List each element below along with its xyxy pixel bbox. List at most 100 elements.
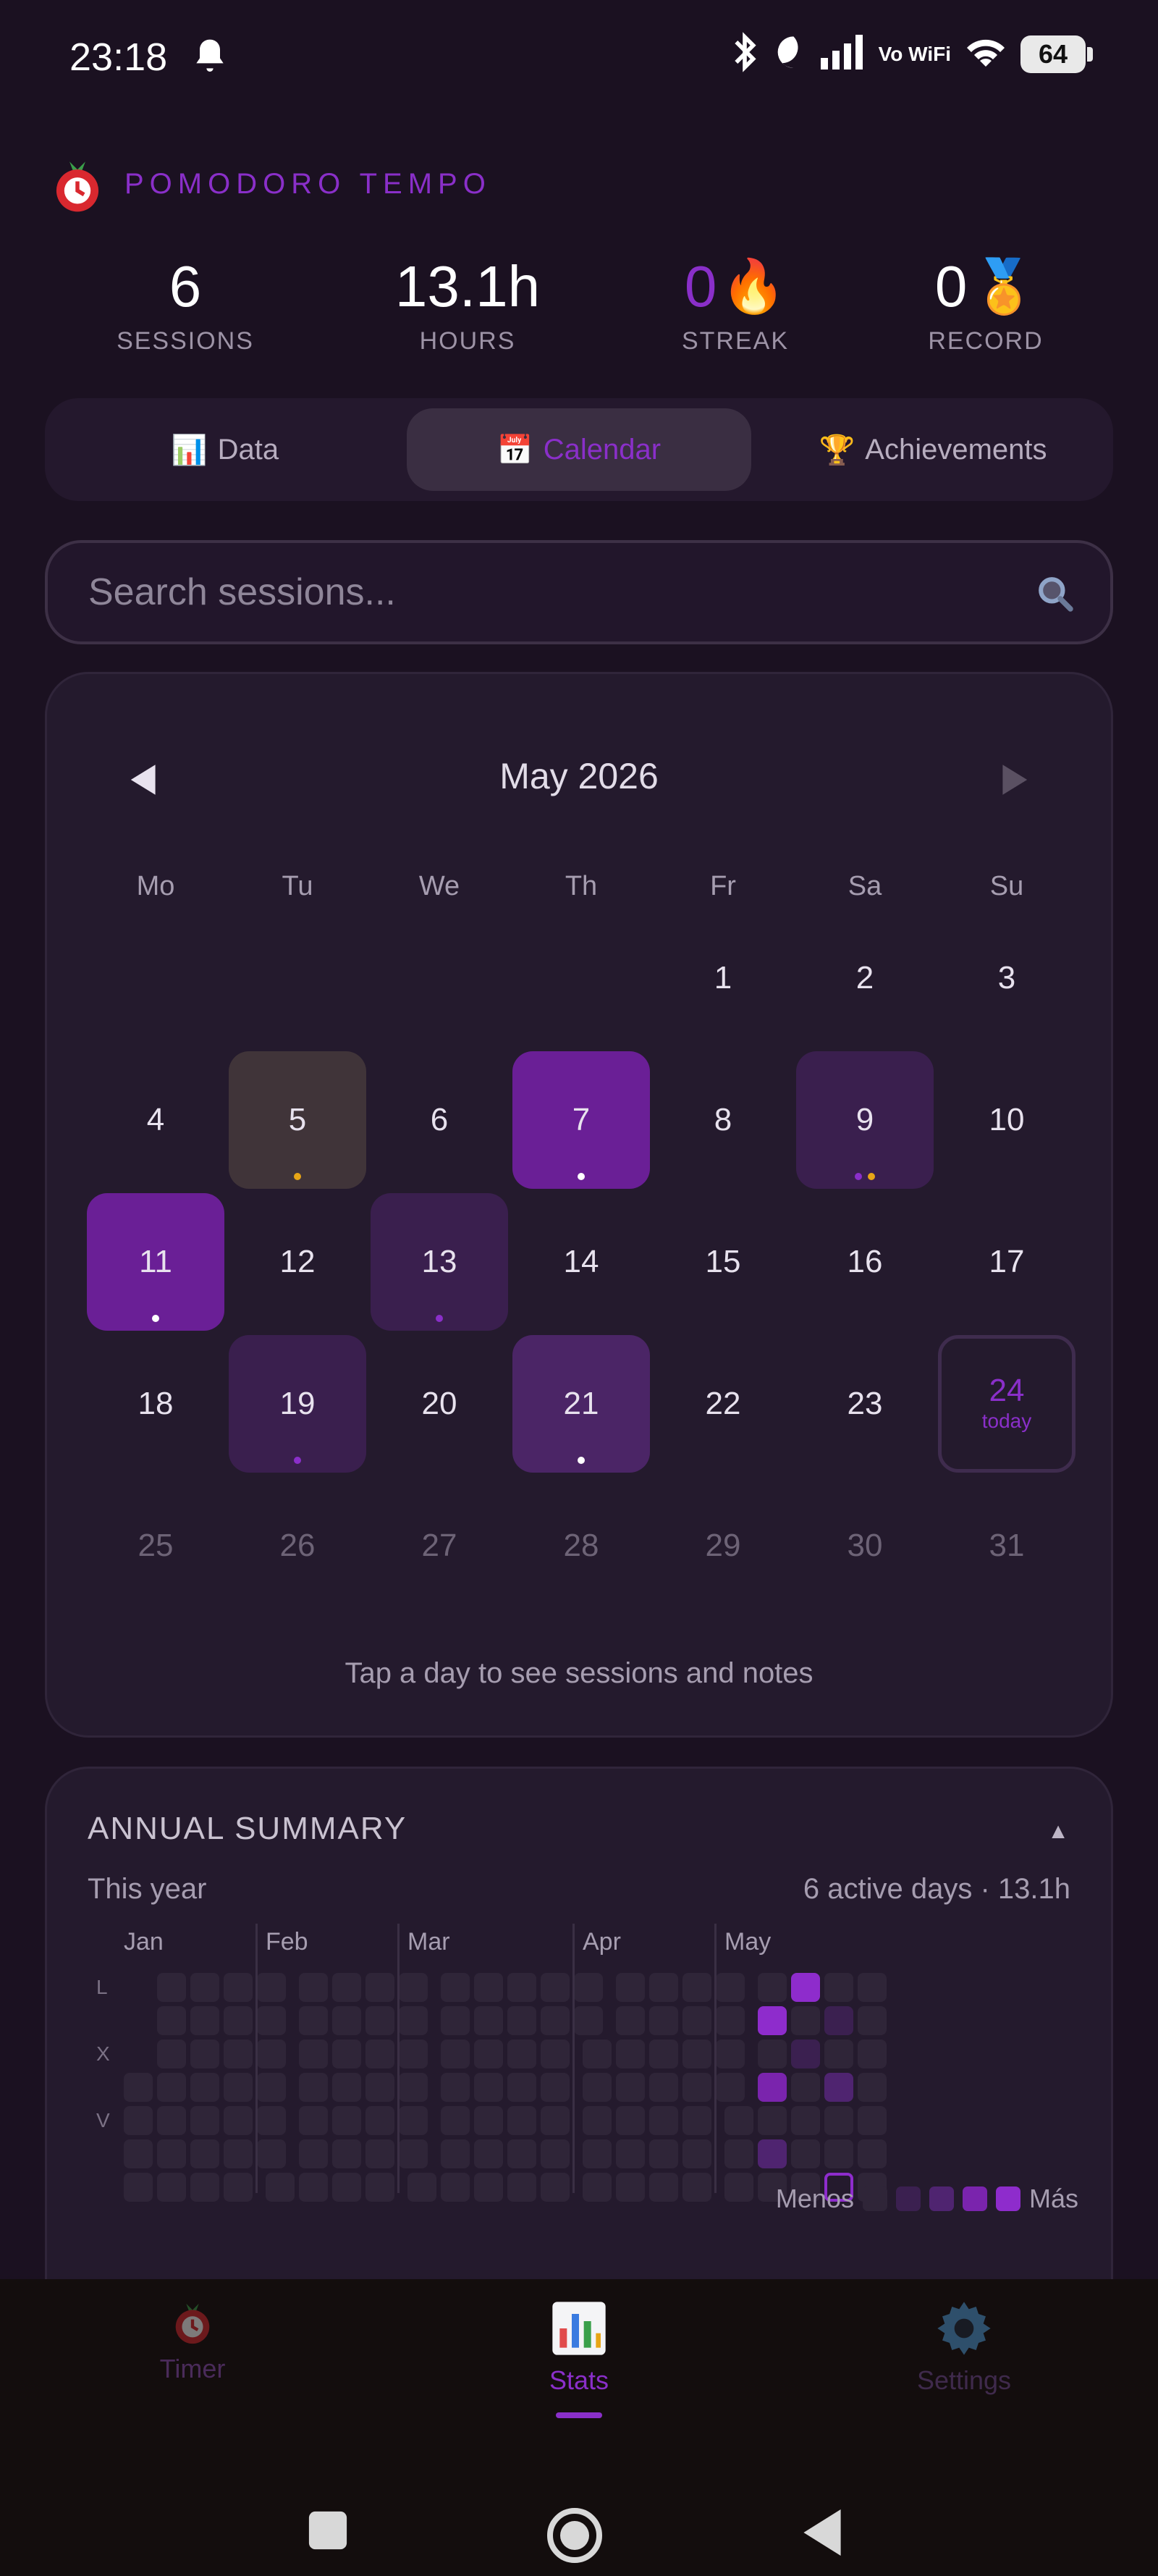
- heatmap-cell[interactable]: [257, 2073, 286, 2102]
- calendar-day[interactable]: 9: [796, 1051, 934, 1189]
- heatmap-cell[interactable]: [299, 1973, 328, 2002]
- heatmap-cell[interactable]: [157, 2006, 186, 2035]
- heatmap-cell[interactable]: [190, 2006, 219, 2035]
- heatmap-cell[interactable]: [649, 2073, 678, 2102]
- heatmap-cell[interactable]: [682, 2173, 711, 2202]
- heatmap-cell[interactable]: [858, 2040, 887, 2068]
- heatmap-cell[interactable]: [541, 2173, 570, 2202]
- heatmap-cell[interactable]: [365, 2106, 394, 2135]
- heatmap-cell[interactable]: [441, 2006, 470, 2035]
- heatmap-cell[interactable]: [583, 2139, 612, 2168]
- heatmap-cell[interactable]: [649, 2006, 678, 2035]
- heatmap-cell[interactable]: [299, 2073, 328, 2102]
- heatmap-cell[interactable]: [716, 1973, 745, 2002]
- heatmap-cell[interactable]: [399, 2106, 428, 2135]
- heatmap-cell[interactable]: [224, 2040, 253, 2068]
- heatmap-cell[interactable]: [758, 2073, 787, 2102]
- heatmap-cell[interactable]: [474, 2173, 503, 2202]
- heatmap-cell[interactable]: [682, 2040, 711, 2068]
- calendar-day[interactable]: 15: [654, 1193, 792, 1331]
- calendar-day[interactable]: 7: [512, 1051, 650, 1189]
- heatmap-cell[interactable]: [824, 2040, 853, 2068]
- recents-button[interactable]: [307, 2509, 349, 2555]
- heatmap-cell[interactable]: [858, 2106, 887, 2135]
- heatmap-cell[interactable]: [541, 2073, 570, 2102]
- heatmap-cell[interactable]: [332, 2139, 361, 2168]
- heatmap-cell[interactable]: [791, 2139, 820, 2168]
- heatmap-cell[interactable]: [399, 2006, 428, 2035]
- calendar-day[interactable]: 2: [796, 909, 934, 1047]
- heatmap-cell[interactable]: [716, 2040, 745, 2068]
- heatmap-cell[interactable]: [858, 2139, 887, 2168]
- heatmap-cell[interactable]: [682, 2139, 711, 2168]
- heatmap-cell[interactable]: [257, 1973, 286, 2002]
- heatmap-cell[interactable]: [124, 2106, 153, 2135]
- heatmap-cell[interactable]: [541, 2139, 570, 2168]
- calendar-day-today[interactable]: 24 today: [938, 1335, 1075, 1473]
- heatmap-cell[interactable]: [649, 2139, 678, 2168]
- heatmap-cell[interactable]: [824, 1973, 853, 2002]
- heatmap-cell[interactable]: [616, 2139, 645, 2168]
- calendar-day[interactable]: 17: [938, 1193, 1075, 1331]
- heatmap-cell[interactable]: [124, 2073, 153, 2102]
- heatmap-cell[interactable]: [257, 2106, 286, 2135]
- heatmap-cell[interactable]: [365, 2139, 394, 2168]
- heatmap-cell[interactable]: [583, 2106, 612, 2135]
- heatmap-cell[interactable]: [365, 2073, 394, 2102]
- heatmap-cell[interactable]: [583, 2073, 612, 2102]
- heatmap-cell[interactable]: [190, 2106, 219, 2135]
- heatmap-cell[interactable]: [474, 2139, 503, 2168]
- calendar-day[interactable]: 29: [654, 1477, 792, 1615]
- heatmap-cell[interactable]: [616, 2173, 645, 2202]
- heatmap-cell[interactable]: [824, 2139, 853, 2168]
- heatmap-cell[interactable]: [441, 2106, 470, 2135]
- heatmap-cell[interactable]: [157, 2040, 186, 2068]
- calendar-day[interactable]: 5: [229, 1051, 366, 1189]
- heatmap-cell[interactable]: [299, 2173, 328, 2202]
- calendar-day[interactable]: 14: [512, 1193, 650, 1331]
- search-icon[interactable]: [1035, 573, 1075, 618]
- heatmap-cell[interactable]: [574, 2006, 603, 2035]
- calendar-day[interactable]: 11: [87, 1193, 224, 1331]
- nav-timer[interactable]: Timer: [84, 2299, 301, 2384]
- heatmap-cell[interactable]: [399, 2073, 428, 2102]
- calendar-day[interactable]: 18: [87, 1335, 224, 1473]
- heatmap-cell[interactable]: [257, 2006, 286, 2035]
- heatmap-cell[interactable]: [399, 1973, 428, 2002]
- calendar-day[interactable]: 23: [796, 1335, 934, 1473]
- next-month-button[interactable]: [995, 761, 1033, 802]
- nav-stats[interactable]: Stats: [470, 2299, 688, 2396]
- heatmap-cell[interactable]: [332, 2173, 361, 2202]
- heatmap-cell[interactable]: [583, 2173, 612, 2202]
- heatmap-cell[interactable]: [441, 1973, 470, 2002]
- heatmap-cell[interactable]: [124, 2139, 153, 2168]
- heatmap-cell[interactable]: [616, 1973, 645, 2002]
- heatmap-cell[interactable]: [649, 2106, 678, 2135]
- heatmap-cell[interactable]: [332, 2006, 361, 2035]
- heatmap-cell[interactable]: [724, 2173, 753, 2202]
- heatmap-cell[interactable]: [507, 1973, 536, 2002]
- heatmap-cell[interactable]: [507, 2040, 536, 2068]
- heatmap-cell[interactable]: [649, 2173, 678, 2202]
- heatmap-cell[interactable]: [724, 2106, 753, 2135]
- calendar-day[interactable]: 1: [654, 909, 792, 1047]
- heatmap-cell[interactable]: [758, 2139, 787, 2168]
- heatmap-cell[interactable]: [299, 2040, 328, 2068]
- heatmap-cell[interactable]: [758, 2040, 787, 2068]
- calendar-day[interactable]: 22: [654, 1335, 792, 1473]
- heatmap-cell[interactable]: [365, 2040, 394, 2068]
- heatmap-cell[interactable]: [441, 2073, 470, 2102]
- heatmap-cell[interactable]: [332, 2040, 361, 2068]
- heatmap-cell[interactable]: [224, 2106, 253, 2135]
- heatmap-cell[interactable]: [190, 2040, 219, 2068]
- heatmap-cell[interactable]: [224, 2139, 253, 2168]
- heatmap-cell[interactable]: [507, 2073, 536, 2102]
- calendar-day[interactable]: 27: [371, 1477, 508, 1615]
- heatmap-cell[interactable]: [474, 2106, 503, 2135]
- heatmap-cell[interactable]: [791, 2040, 820, 2068]
- heatmap-cell[interactable]: [365, 2006, 394, 2035]
- heatmap-cell[interactable]: [583, 2040, 612, 2068]
- heatmap-cell[interactable]: [507, 2173, 536, 2202]
- heatmap-cell[interactable]: [474, 2073, 503, 2102]
- nav-settings[interactable]: Settings: [855, 2299, 1073, 2396]
